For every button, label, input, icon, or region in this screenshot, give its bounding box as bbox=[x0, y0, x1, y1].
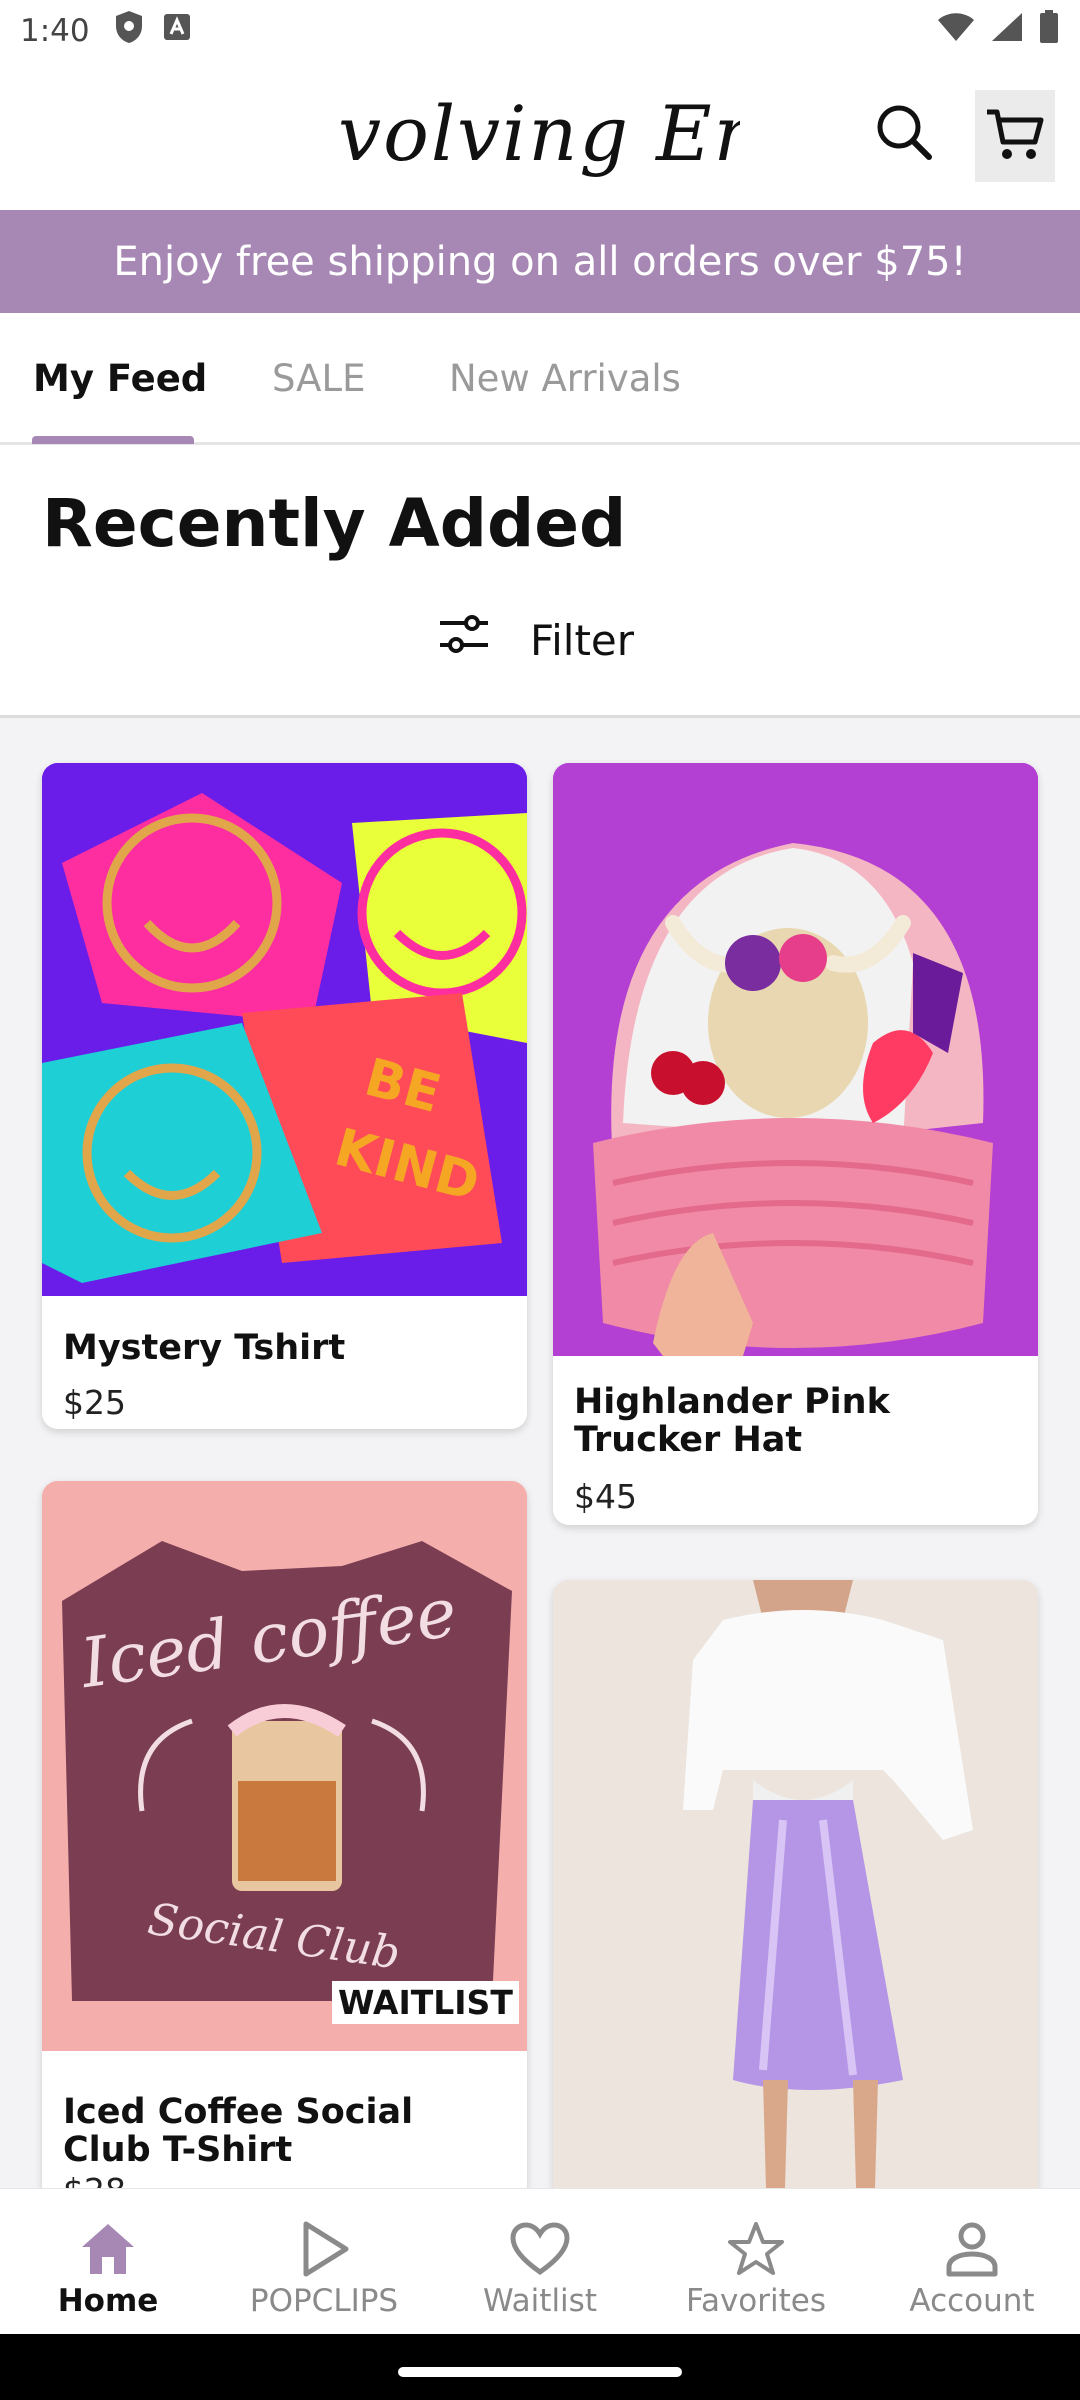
battery-icon bbox=[1038, 10, 1060, 52]
product-image[interactable] bbox=[553, 1580, 1038, 2188]
shield-icon bbox=[114, 10, 144, 52]
product-price: $25 bbox=[63, 1383, 126, 1422]
home-gesture-bar[interactable] bbox=[398, 2367, 682, 2377]
tab-new-arrivals[interactable]: New Arrivals bbox=[449, 357, 681, 400]
product-card-trucker-hat[interactable]: Highlander Pink Trucker Hat $45 bbox=[553, 763, 1038, 1525]
product-price: $28 bbox=[63, 2171, 126, 2188]
product-grid: BE KIND Mystery Tshirt $25 Highlander Pi… bbox=[0, 718, 1080, 2188]
nav-label-waitlist: Waitlist bbox=[483, 2283, 597, 2319]
product-card-satin-skirt[interactable] bbox=[553, 1580, 1038, 2188]
product-card-iced-coffee-tshirt[interactable]: Iced coffee Social Club WAITLIST Iced Co… bbox=[42, 1481, 527, 2188]
signal-icon bbox=[990, 11, 1024, 51]
search-icon bbox=[875, 103, 933, 166]
cart-icon bbox=[985, 106, 1045, 167]
nav-popclips[interactable]: POPCLIPS bbox=[216, 2189, 432, 2335]
nav-account[interactable]: Account bbox=[864, 2189, 1080, 2335]
wifi-icon bbox=[936, 11, 976, 51]
product-name[interactable]: Mystery Tshirt bbox=[63, 1329, 345, 1367]
app-header: Evolving Era bbox=[0, 62, 1080, 210]
logo-text: Evolving Era bbox=[340, 89, 740, 178]
promo-text: Enjoy free shipping on all orders over $… bbox=[113, 238, 967, 285]
nav-label-favorites: Favorites bbox=[685, 2283, 827, 2319]
nav-label-account: Account bbox=[909, 2283, 1035, 2319]
product-name[interactable]: Iced Coffee Social Club T-Shirt bbox=[63, 2093, 503, 2169]
tab-my-feed[interactable]: My Feed bbox=[33, 357, 207, 400]
nav-home[interactable]: Home bbox=[0, 2189, 216, 2335]
nav-waitlist[interactable]: Waitlist bbox=[432, 2189, 648, 2335]
filter-label: Filter bbox=[530, 615, 635, 665]
feed-tabs: My Feed SALE New Arrivals bbox=[0, 313, 1080, 445]
product-image[interactable] bbox=[553, 763, 1038, 1356]
product-card-mystery-tshirt[interactable]: BE KIND Mystery Tshirt $25 bbox=[42, 763, 527, 1429]
bottom-navigation: Home POPCLIPS Waitlist Favorites Account bbox=[0, 2188, 1080, 2334]
play-icon bbox=[298, 2217, 350, 2281]
promo-banner[interactable]: Enjoy free shipping on all orders over $… bbox=[0, 210, 1080, 313]
waitlist-badge: WAITLIST bbox=[332, 1981, 519, 2024]
brand-logo[interactable]: Evolving Era bbox=[340, 70, 740, 200]
nav-label-home: Home bbox=[57, 2283, 159, 2319]
product-image[interactable]: BE KIND bbox=[42, 763, 527, 1296]
cart-button[interactable] bbox=[975, 90, 1055, 182]
person-icon bbox=[945, 2217, 999, 2281]
font-download-icon bbox=[162, 12, 192, 50]
product-price: $45 bbox=[574, 1477, 637, 1516]
home-icon bbox=[79, 2217, 137, 2281]
nav-favorites[interactable]: Favorites bbox=[648, 2189, 864, 2335]
product-image[interactable]: Iced coffee Social Club bbox=[42, 1481, 527, 2051]
filter-icon bbox=[438, 613, 490, 667]
filter-button[interactable]: Filter bbox=[438, 610, 634, 670]
nav-label-popclips: POPCLIPS bbox=[249, 2283, 399, 2319]
star-icon bbox=[727, 2217, 785, 2281]
product-name[interactable]: Highlander Pink Trucker Hat bbox=[574, 1383, 1014, 1459]
section-title: Recently Added bbox=[42, 485, 627, 562]
active-tab-indicator bbox=[32, 436, 194, 444]
heart-icon bbox=[510, 2217, 570, 2281]
tab-sale[interactable]: SALE bbox=[272, 357, 365, 400]
status-time: 1:40 bbox=[20, 13, 90, 49]
status-bar: 1:40 bbox=[0, 0, 1080, 62]
search-button[interactable] bbox=[872, 102, 936, 166]
